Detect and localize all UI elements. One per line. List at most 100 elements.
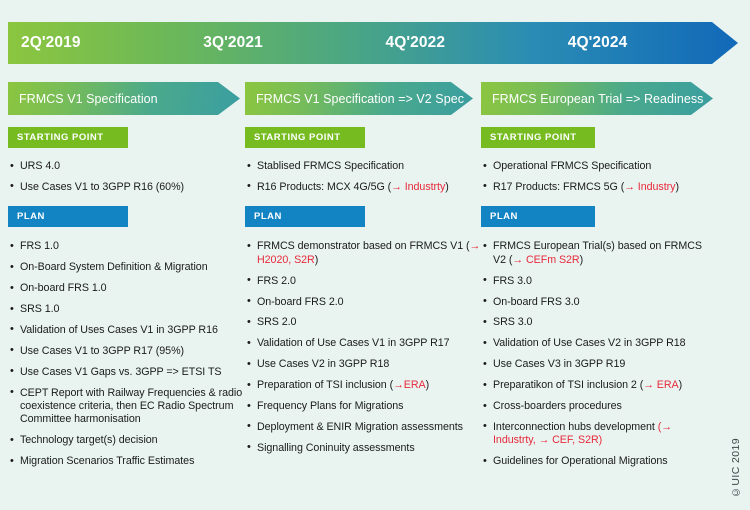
item-text: URS 4.0 <box>20 160 61 172</box>
item-text: Signalling Coninuity assessments <box>257 441 415 454</box>
item-text: SRS 2.0 <box>257 316 297 329</box>
plan-badge-2: PLAN <box>245 206 365 228</box>
item-text: FRS 2.0 <box>257 274 296 287</box>
item-text: FRS 1.0 <box>20 240 59 253</box>
item-text: Technology target(s) decision <box>20 434 158 447</box>
list-item: R16 Products: MCX 4G/5G (→ Industrty) <box>245 180 481 194</box>
list-item: Validation of Use Cases V1 in 3GPP R17 <box>245 337 481 351</box>
plan-list-1: FRS 1.0 On-Board System Definition & Migr… <box>8 240 244 469</box>
phase-columns: FRMCS V1 Specification STARTING POINT UR… <box>0 82 750 502</box>
starting-point-list-2: Stablised FRMCS Specification R16 Product… <box>245 159 481 194</box>
timeline-milestone-4: 4Q'2024 <box>567 34 628 51</box>
list-item: Signalling Coninuity assessments <box>245 441 481 455</box>
item-text: On-board FRS 3.0 <box>493 295 580 308</box>
timeline-milestone-3: 4Q'2022 <box>385 34 446 51</box>
phase-header-label-1: FRMCS V1 Specification <box>19 91 158 106</box>
list-item: On-board FRS 3.0 <box>481 295 717 309</box>
phase-column-3: FRMCS European Trial => Readiness STARTI… <box>481 82 717 502</box>
accent-text: → Industry <box>624 180 676 193</box>
item-text: SRS 3.0 <box>493 316 533 329</box>
item-text: ) <box>579 253 584 266</box>
list-item: SRS 2.0 <box>245 316 481 330</box>
item-text: Guidelines for Operational Migrations <box>493 455 668 468</box>
item-text: R16 Products: MCX 4G/5G ( <box>257 180 392 193</box>
list-item: Use Cases V2 in 3GPP R18 <box>245 358 481 372</box>
plan-badge-3: PLAN <box>481 206 595 228</box>
item-text: Use Cases V1 to 3GPP R16 (60%) <box>20 180 185 193</box>
item-text: FRS 3.0 <box>493 274 532 287</box>
list-item: Technology target(s) decision <box>8 434 244 448</box>
list-item: Use Cases V3 in 3GPP R19 <box>481 358 717 372</box>
list-item: Operational FRMCS Specification <box>481 159 717 173</box>
phase-header-label-3: FRMCS European Trial => Readiness <box>492 91 704 106</box>
item-text: ) <box>425 379 430 392</box>
list-item: Preparation of TSI inclusion (→ERA) <box>245 379 481 393</box>
list-item: Preparatikon of TSI inclusion 2 (→ ERA) <box>481 379 717 393</box>
plan-badge-1: PLAN <box>8 206 128 228</box>
item-text: SRS 1.0 <box>20 303 60 316</box>
item-text: Validation of Uses Cases V1 in 3GPP R16 <box>20 323 218 336</box>
item-text: On-board FRS 2.0 <box>257 295 344 308</box>
list-item: Use Cases V1 Gaps vs. 3GPP => ETSI TS <box>8 365 244 379</box>
list-item: FRMCS European Trial(s) based on FRMCS V… <box>481 240 717 267</box>
timeline-milestone-2: 3Q'2021 <box>203 34 263 51</box>
item-text: Frequency Plans for Migrations <box>257 400 404 413</box>
plan-list-3: FRMCS European Trial(s) based on FRMCS V… <box>481 240 717 469</box>
phase-header-label-2: FRMCS V1 Specification => V2 Spec <box>256 91 464 106</box>
item-text: Use Cases V3 in 3GPP R19 <box>493 358 626 371</box>
item-text: On-board FRS 1.0 <box>20 282 107 295</box>
item-text: Deployment & ENIR Migration assessments <box>257 420 463 433</box>
item-text: On-Board System Definition & Migration <box>20 261 208 274</box>
accent-text: → ERA <box>643 379 679 392</box>
item-text: Use Cases V2 in 3GPP R18 <box>257 358 390 371</box>
item-text: Use Cases V1 Gaps vs. 3GPP => ETSI TS <box>20 365 222 378</box>
item-text: Validation of Use Cases V2 in 3GPP R18 <box>493 337 686 350</box>
item-text: ) <box>678 379 683 392</box>
item-text: Validation of Use Cases V1 in 3GPP R17 <box>257 337 450 350</box>
list-item: Guidelines for Operational Migrations <box>481 455 717 469</box>
list-item: Deployment & ENIR Migration assessments <box>245 420 481 434</box>
item-text: Migration Scenarios Traffic Estimates <box>20 455 195 468</box>
item-text: Operational FRMCS Specification <box>493 160 652 172</box>
list-item: FRS 2.0 <box>245 274 481 288</box>
item-text: Use Cases V1 to 3GPP R17 (95%) <box>20 344 185 357</box>
item-text: ) <box>675 180 679 193</box>
plan-list-2: FRMCS demonstrator based on FRMCS V1 (→ … <box>245 240 481 455</box>
item-text: FRMCS demonstrator based on FRMCS V1 ( <box>257 240 470 253</box>
list-item: FRMCS demonstrator based on FRMCS V1 (→ … <box>245 240 481 267</box>
list-item: Interconnection hubs development (→ Indu… <box>481 420 717 448</box>
list-item: Cross-boarders procedures <box>481 400 717 414</box>
copyright-notice: ©UIC 2019 <box>730 438 742 498</box>
timeline-milestone-1: 2Q'2019 <box>21 34 81 51</box>
item-text: Cross-boarders procedures <box>493 400 622 413</box>
phase-header-chevron-2: FRMCS V1 Specification => V2 Spec <box>245 82 473 115</box>
phase-column-1: FRMCS V1 Specification STARTING POINT UR… <box>8 82 244 502</box>
list-item: SRS 1.0 <box>8 303 244 317</box>
item-text: Interconnection hubs development <box>493 420 658 433</box>
list-item: On-Board System Definition & Migration <box>8 261 244 275</box>
timeline-milestone-list: 2Q'2019 3Q'2021 4Q'2022 4Q'2024 <box>8 22 738 64</box>
timeline-banner: 2Q'2019 3Q'2021 4Q'2022 4Q'2024 <box>8 22 738 64</box>
list-item: Use Cases V1 to 3GPP R17 (95%) <box>8 344 244 358</box>
list-item: Use Cases V1 to 3GPP R16 (60%) <box>8 180 244 194</box>
starting-point-badge-2: STARTING POINT <box>245 127 365 148</box>
list-item: FRS 1.0 <box>8 240 244 254</box>
item-text: Preparatikon of TSI inclusion 2 ( <box>493 379 644 392</box>
phase-header-chevron-1: FRMCS V1 Specification <box>8 82 240 115</box>
starting-point-list-1: URS 4.0 Use Cases V1 to 3GPP R16 (60%) <box>8 159 244 194</box>
list-item: Stablised FRMCS Specification <box>245 159 481 173</box>
item-text: Preparation of TSI inclusion ( <box>257 379 394 392</box>
list-item: SRS 3.0 <box>481 316 717 330</box>
item-text: ) <box>445 180 449 193</box>
starting-point-badge-1: STARTING POINT <box>8 127 128 148</box>
item-text: CEPT Report with Railway Frequencies & r… <box>20 386 243 426</box>
list-item: FRS 3.0 <box>481 274 717 288</box>
list-item: On-board FRS 2.0 <box>245 295 481 309</box>
list-item: Migration Scenarios Traffic Estimates <box>8 455 244 469</box>
list-item: CEPT Report with Railway Frequencies & r… <box>8 386 244 427</box>
item-text: R17 Products: FRMCS 5G ( <box>493 180 625 193</box>
accent-text: → CEFm S2R <box>512 253 580 266</box>
accent-text: →ERA <box>393 379 426 392</box>
item-text: ) <box>314 253 319 266</box>
item-text: Stablised FRMCS Specification <box>257 160 405 172</box>
